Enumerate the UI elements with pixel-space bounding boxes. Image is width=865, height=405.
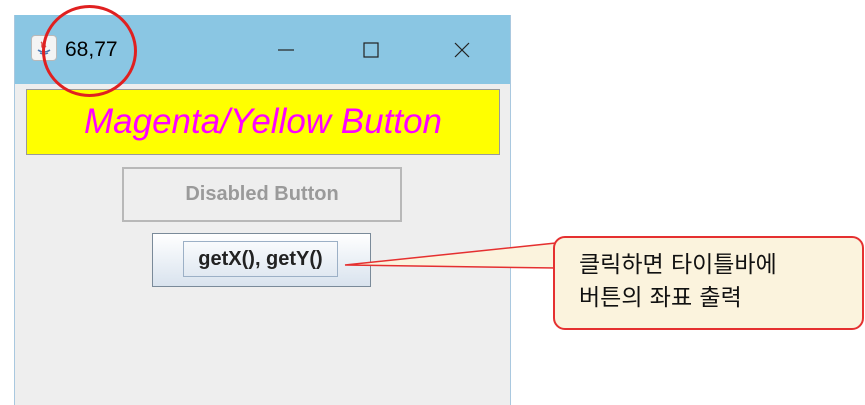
annotation-callout: 클릭하면 타이틀바에 버튼의 좌표 출력 bbox=[553, 236, 864, 330]
callout-pointer bbox=[344, 242, 557, 269]
annotation-text: 클릭하면 타이틀바에 버튼의 좌표 출력 bbox=[579, 252, 777, 311]
